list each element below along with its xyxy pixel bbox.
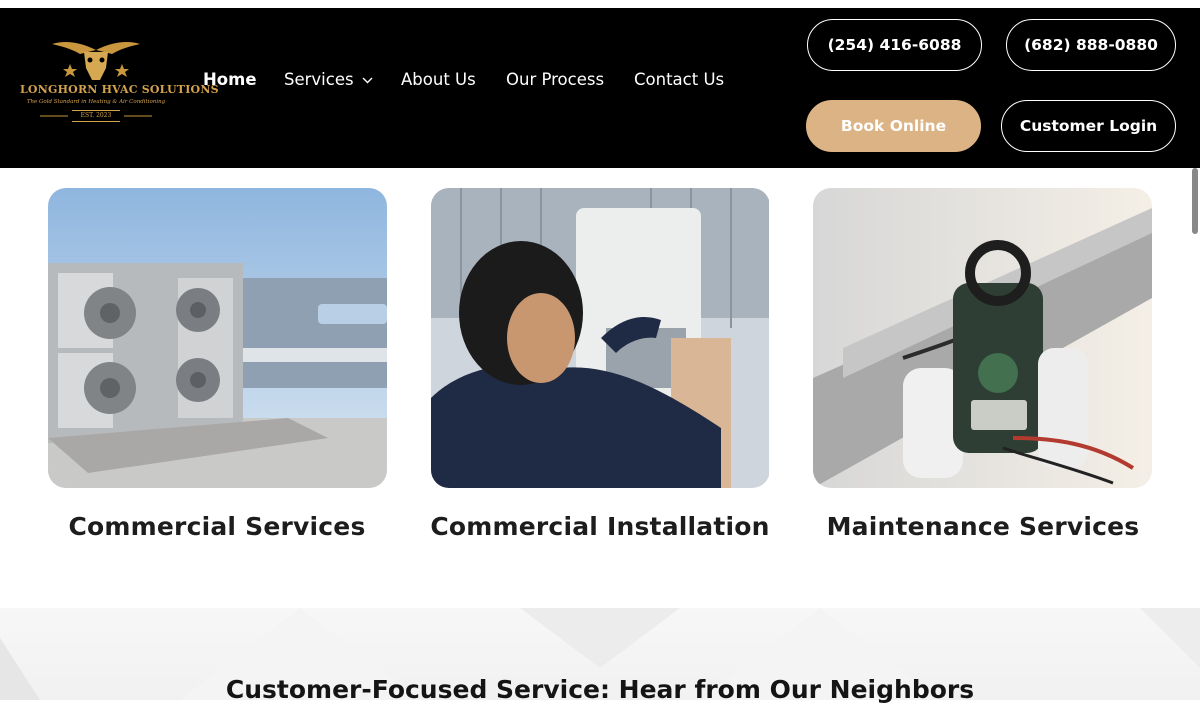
- card-image-maintenance-services[interactable]: [813, 188, 1152, 488]
- page-scrollbar[interactable]: [1192, 168, 1198, 234]
- card-title-maintenance-services[interactable]: Maintenance Services: [793, 512, 1173, 541]
- top-strip: [0, 0, 1200, 8]
- nav-services-label: Services: [284, 70, 354, 89]
- nav-services[interactable]: Services: [284, 69, 373, 91]
- card-image-commercial-services[interactable]: [48, 188, 387, 488]
- nav-contact[interactable]: Contact Us: [634, 69, 724, 91]
- book-online-button[interactable]: Book Online: [806, 100, 981, 152]
- nav-process[interactable]: Our Process: [506, 69, 604, 91]
- nav-home[interactable]: Home: [203, 69, 257, 91]
- customer-login-button[interactable]: Customer Login: [1001, 100, 1176, 152]
- phone-button-2[interactable]: (682) 888-0880: [1006, 19, 1176, 71]
- site-header: LONGHORN HVAC SOLUTIONS The Gold Standar…: [0, 8, 1200, 168]
- site-logo[interactable]: LONGHORN HVAC SOLUTIONS The Gold Standar…: [20, 38, 219, 130]
- logo-tagline: The Gold Standard in Heating & Air Condi…: [26, 99, 166, 105]
- card-title-commercial-installation[interactable]: Commercial Installation: [410, 512, 790, 541]
- card-image-commercial-installation[interactable]: [431, 188, 770, 488]
- chevron-down-icon: [362, 77, 373, 84]
- nav-about[interactable]: About Us: [401, 69, 476, 91]
- card-title-commercial-services[interactable]: Commercial Services: [27, 512, 407, 541]
- logo-est: EST. 2023: [72, 110, 120, 122]
- logo-name: LONGHORN HVAC SOLUTIONS: [20, 83, 219, 96]
- phone-button-1[interactable]: (254) 416-6088: [807, 19, 982, 71]
